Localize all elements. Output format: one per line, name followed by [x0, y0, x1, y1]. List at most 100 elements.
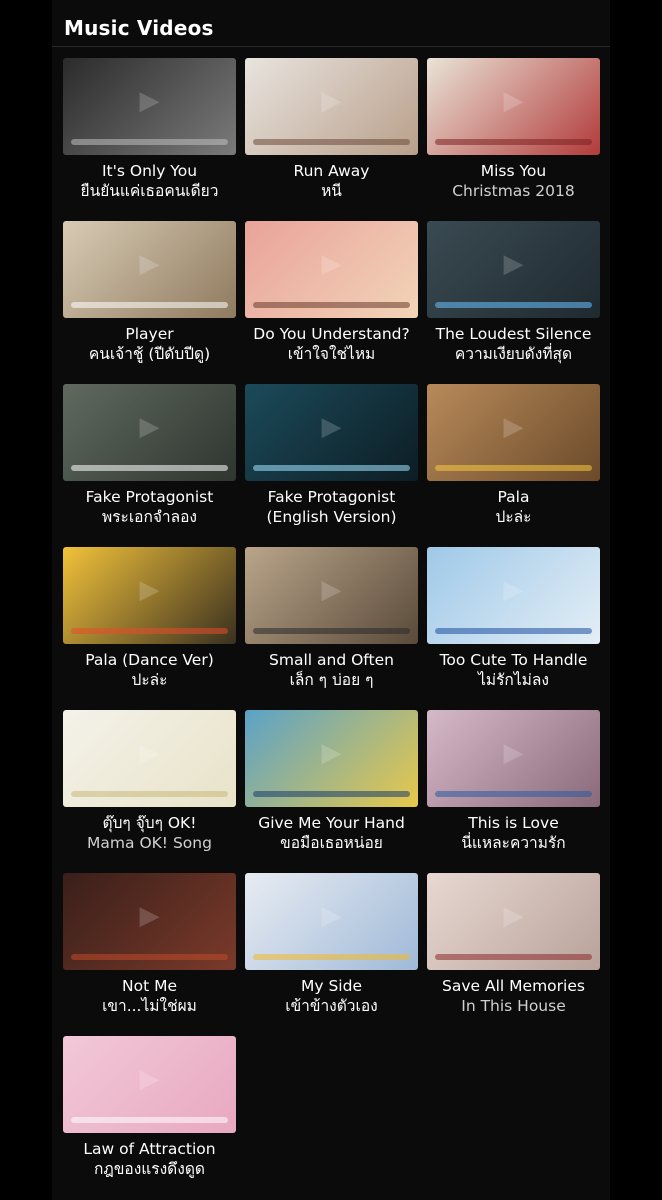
video-caption: Fake Protagonist (English Version)	[245, 487, 418, 527]
video-caption: Player คนเจ้าชู้ (ปีดับปีดู)	[63, 324, 236, 364]
video-thumbnail[interactable]: ▶	[427, 710, 600, 807]
video-card[interactable]: ▶ Save All Memories In This House	[427, 873, 600, 1036]
video-thumbnail[interactable]: ▶	[63, 221, 236, 318]
section-divider	[52, 46, 610, 47]
video-thumbnail[interactable]: ▶	[427, 58, 600, 155]
video-card[interactable]: ▶ Not Me เขา...ไม่ใช่ผม	[63, 873, 236, 1036]
thumbnail-accent	[71, 791, 228, 797]
video-subtitle: ปะล่ะ	[131, 671, 168, 689]
play-icon: ▶	[139, 901, 160, 931]
video-title: ตุ๊บๆ จุ๊บๆ OK!	[102, 814, 197, 832]
video-thumbnail[interactable]: ▶	[63, 710, 236, 807]
video-subtitle: ไม่รักไม่ลง	[478, 671, 549, 689]
video-card[interactable]: ▶ Give Me Your Hand ขอมือเธอหน่อย	[245, 710, 418, 873]
play-icon: ▶	[321, 249, 342, 279]
video-subtitle: เขา...ไม่ใช่ผม	[102, 997, 197, 1015]
video-card[interactable]: ▶ Pala ปะล่ะ	[427, 384, 600, 547]
play-icon: ▶	[503, 412, 524, 442]
video-title: It's Only You	[101, 162, 198, 180]
thumbnail-accent	[435, 465, 592, 471]
video-caption: The Loudest Silence ความเงียบดังที่สุด	[427, 324, 600, 364]
video-card[interactable]: ▶ Law of Attraction กฎของแรงดึงดูด	[63, 1036, 236, 1199]
video-card[interactable]: ▶ Run Away หนี	[245, 58, 418, 221]
play-icon: ▶	[139, 575, 160, 605]
video-subtitle: เข้าใจใช่ไหม	[287, 345, 376, 363]
video-thumbnail[interactable]: ▶	[63, 58, 236, 155]
video-thumbnail[interactable]: ▶	[245, 384, 418, 481]
video-caption: Save All Memories In This House	[427, 976, 600, 1016]
video-card[interactable]: ▶ My Side เข้าข้างตัวเอง	[245, 873, 418, 1036]
thumbnail-accent	[253, 628, 410, 634]
video-title: Fake Protagonist	[85, 488, 214, 506]
video-title: Fake Protagonist	[267, 488, 396, 506]
video-card[interactable]: ▶ The Loudest Silence ความเงียบดังที่สุด	[427, 221, 600, 384]
play-icon: ▶	[139, 738, 160, 768]
video-subtitle: พระเอกจำลอง	[101, 508, 198, 526]
video-caption: Not Me เขา...ไม่ใช่ผม	[63, 976, 236, 1016]
video-card[interactable]: ▶ Miss You Christmas 2018	[427, 58, 600, 221]
video-title: Give Me Your Hand	[258, 814, 405, 832]
video-subtitle: ยืนยันแค่เธอคนเดียว	[80, 182, 219, 200]
video-subtitle: In This House	[461, 997, 566, 1015]
video-thumbnail[interactable]: ▶	[63, 1036, 236, 1133]
video-thumbnail[interactable]: ▶	[245, 710, 418, 807]
video-card[interactable]: ▶ Too Cute To Handle ไม่รักไม่ลง	[427, 547, 600, 710]
video-thumbnail[interactable]: ▶	[245, 58, 418, 155]
video-title: Pala (Dance Ver)	[85, 651, 214, 669]
video-thumbnail[interactable]: ▶	[63, 547, 236, 644]
video-card[interactable]: ▶ Do You Understand? เข้าใจใช่ไหม	[245, 221, 418, 384]
video-caption: Small and Often เล็ก ๆ บ่อย ๆ	[245, 650, 418, 690]
play-icon: ▶	[503, 86, 524, 116]
video-thumbnail[interactable]: ▶	[427, 873, 600, 970]
video-title: Save All Memories	[442, 977, 585, 995]
thumbnail-accent	[435, 954, 592, 960]
video-caption: Law of Attraction กฎของแรงดึงดูด	[63, 1139, 236, 1179]
video-subtitle: หนี	[321, 182, 342, 200]
video-caption: Give Me Your Hand ขอมือเธอหน่อย	[245, 813, 418, 853]
video-thumbnail[interactable]: ▶	[63, 873, 236, 970]
video-card[interactable]: ▶ It's Only You ยืนยันแค่เธอคนเดียว	[63, 58, 236, 221]
video-title: Miss You	[480, 162, 547, 180]
video-thumbnail[interactable]: ▶	[427, 221, 600, 318]
video-thumbnail[interactable]: ▶	[427, 384, 600, 481]
thumbnail-accent	[71, 465, 228, 471]
play-icon: ▶	[503, 249, 524, 279]
thumbnail-accent	[71, 139, 228, 145]
play-icon: ▶	[503, 738, 524, 768]
video-caption: Too Cute To Handle ไม่รักไม่ลง	[427, 650, 600, 690]
video-title: My Side	[301, 977, 362, 995]
video-card[interactable]: ▶ Fake Protagonist (English Version)	[245, 384, 418, 547]
video-thumbnail[interactable]: ▶	[245, 547, 418, 644]
thumbnail-accent	[71, 954, 228, 960]
video-subtitle: เข้าข้างตัวเอง	[285, 997, 378, 1015]
video-subtitle: ขอมือเธอหน่อย	[280, 834, 383, 852]
video-thumbnail[interactable]: ▶	[427, 547, 600, 644]
play-icon: ▶	[321, 738, 342, 768]
video-subtitle: Mama OK! Song	[87, 834, 212, 852]
video-caption: My Side เข้าข้างตัวเอง	[245, 976, 418, 1016]
play-icon: ▶	[139, 1064, 160, 1094]
play-icon: ▶	[321, 575, 342, 605]
video-card[interactable]: ▶ Pala (Dance Ver) ปะล่ะ	[63, 547, 236, 710]
video-caption: Run Away หนี	[245, 161, 418, 201]
play-icon: ▶	[321, 901, 342, 931]
video-card[interactable]: ▶ Fake Protagonist พระเอกจำลอง	[63, 384, 236, 547]
video-title: The Loudest Silence	[435, 325, 592, 343]
video-card[interactable]: ▶ This is Love นี่แหละความรัก	[427, 710, 600, 873]
video-thumbnail[interactable]: ▶	[245, 221, 418, 318]
play-icon: ▶	[503, 901, 524, 931]
thumbnail-accent	[253, 302, 410, 308]
video-grid: ▶ It's Only You ยืนยันแค่เธอคนเดียว ▶ Run Aw…	[63, 58, 600, 1199]
video-thumbnail[interactable]: ▶	[63, 384, 236, 481]
video-caption: This is Love นี่แหละความรัก	[427, 813, 600, 853]
video-card[interactable]: ▶ ตุ๊บๆ จุ๊บๆ OK! Mama OK! Song	[63, 710, 236, 873]
video-subtitle: เล็ก ๆ บ่อย ๆ	[289, 671, 374, 689]
video-card[interactable]: ▶ Player คนเจ้าชู้ (ปีดับปีดู)	[63, 221, 236, 384]
video-subtitle: กฎของแรงดึงดูด	[94, 1160, 205, 1178]
video-thumbnail[interactable]: ▶	[245, 873, 418, 970]
video-title: Pala	[497, 488, 530, 506]
video-title: Player	[125, 325, 174, 343]
play-icon: ▶	[139, 412, 160, 442]
video-subtitle: คนเจ้าชู้ (ปีดับปีดู)	[88, 345, 211, 363]
video-card[interactable]: ▶ Small and Often เล็ก ๆ บ่อย ๆ	[245, 547, 418, 710]
